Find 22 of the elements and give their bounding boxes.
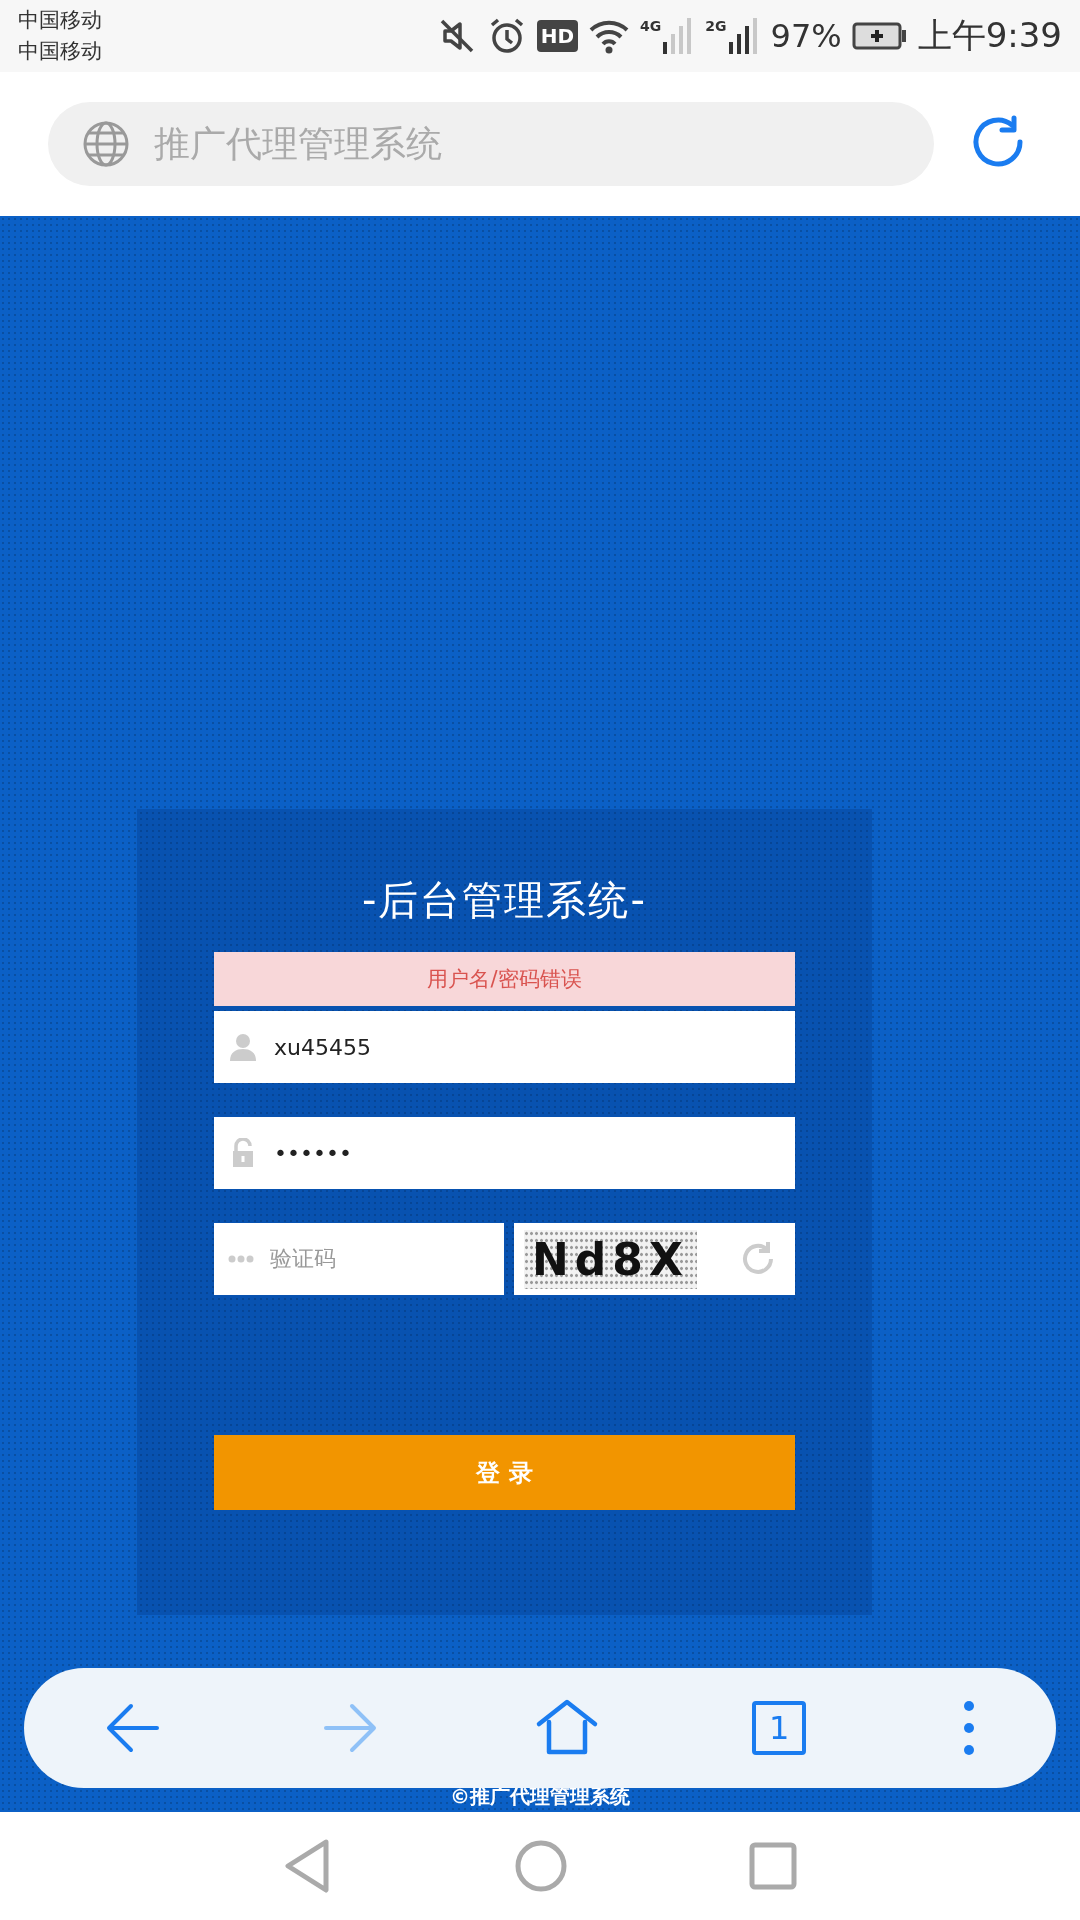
globe-icon xyxy=(82,120,130,168)
captcha-image[interactable]: Nd8X xyxy=(524,1229,697,1289)
network-type-label: 4G xyxy=(640,18,662,34)
home-button-icon[interactable] xyxy=(514,1839,568,1893)
carrier-name: 中国移动 xyxy=(18,7,102,34)
battery-charging-icon xyxy=(851,21,908,51)
clock-time: 上午9:39 xyxy=(917,14,1062,57)
address-bar[interactable]: 推广代理管理系统 xyxy=(48,102,934,186)
dots-icon xyxy=(228,1254,254,1264)
recents-icon[interactable] xyxy=(748,1841,798,1891)
network-type-label: 2G xyxy=(705,18,727,34)
password-field[interactable]: •••••• xyxy=(214,1117,795,1189)
user-icon xyxy=(228,1032,258,1062)
error-message: 用户名/密码错误 xyxy=(214,952,795,1006)
hd-badge: HD xyxy=(536,20,579,52)
login-button[interactable]: 登 录 xyxy=(214,1435,795,1510)
carrier-name: 中国移动 xyxy=(18,38,102,65)
captcha-field[interactable]: 验证码 xyxy=(214,1223,504,1295)
username-field[interactable]: xu45455 xyxy=(214,1011,795,1083)
login-title: -后台管理系统- xyxy=(361,876,648,925)
tabs-button[interactable]: 1 xyxy=(752,1701,807,1755)
battery-percent: 97% xyxy=(770,17,842,55)
